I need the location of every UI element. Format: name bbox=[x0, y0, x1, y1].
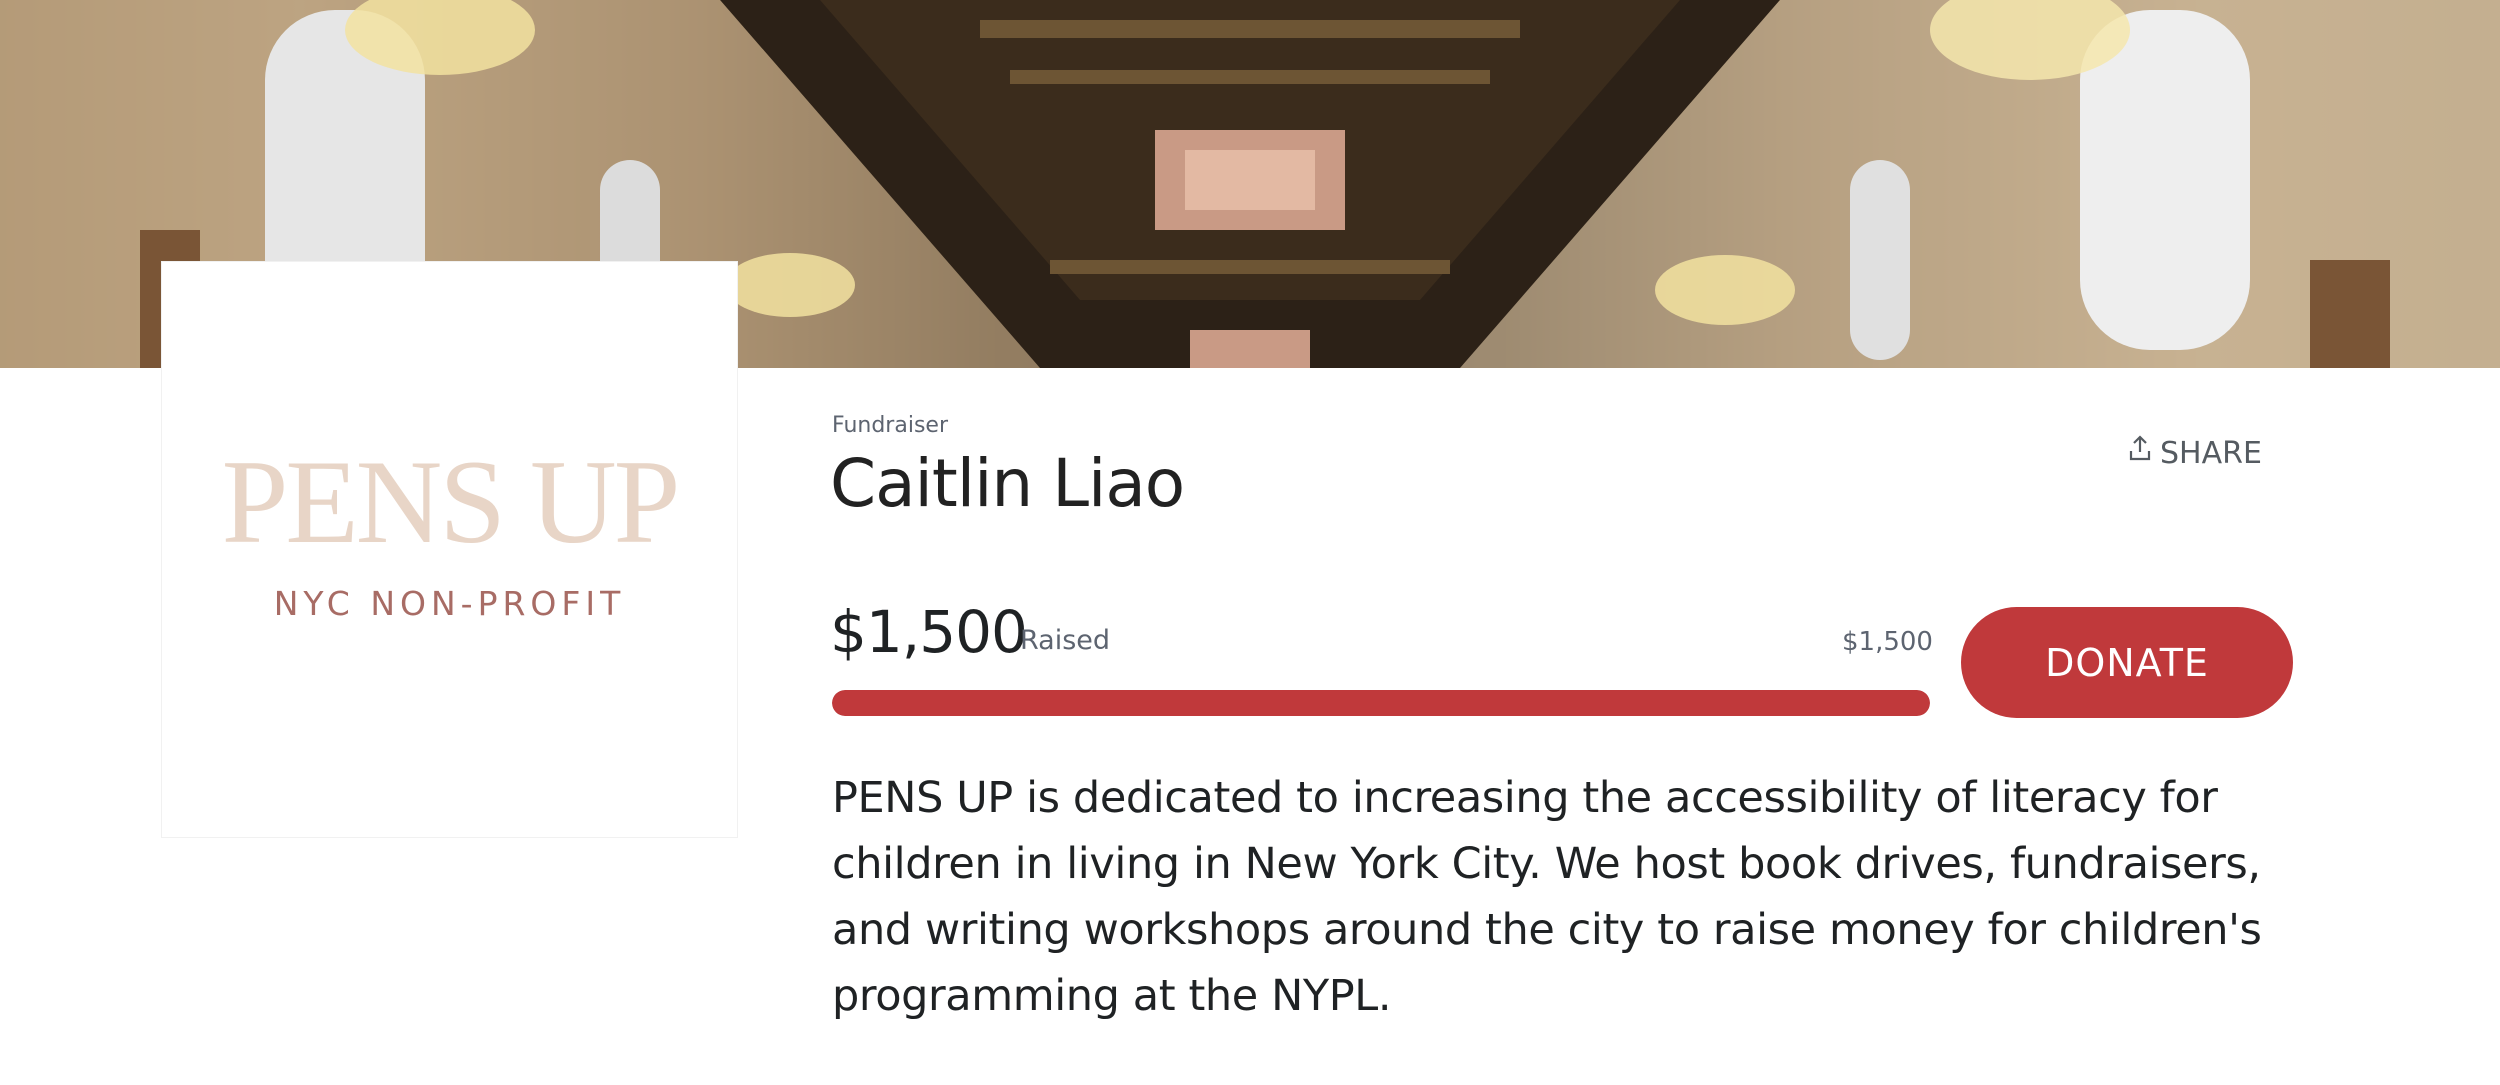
page-title: Caitlin Liao bbox=[830, 445, 1185, 522]
organization-logo: PENS UP NYC NON-PROFIT bbox=[161, 261, 738, 838]
raised-amount: $1,500 bbox=[830, 598, 1028, 666]
goal-amount: $1,500 bbox=[1842, 627, 1933, 657]
page-eyebrow: Fundraiser bbox=[832, 413, 948, 438]
progress-fill bbox=[832, 690, 1930, 716]
share-label: SHARE bbox=[2160, 435, 2262, 471]
fundraiser-description: PENS UP is dedicated to increasing the a… bbox=[832, 773, 2262, 1021]
raised-label: Raised bbox=[1020, 625, 1111, 656]
progress-bar bbox=[832, 690, 1930, 716]
logo-wordmark: PENS UP bbox=[221, 435, 681, 568]
logo-tagline: NYC NON-PROFIT bbox=[273, 584, 626, 623]
donate-button[interactable]: DONATE bbox=[1961, 607, 2293, 718]
share-upload-icon bbox=[2128, 435, 2152, 471]
share-button[interactable]: SHARE bbox=[2128, 435, 2262, 471]
